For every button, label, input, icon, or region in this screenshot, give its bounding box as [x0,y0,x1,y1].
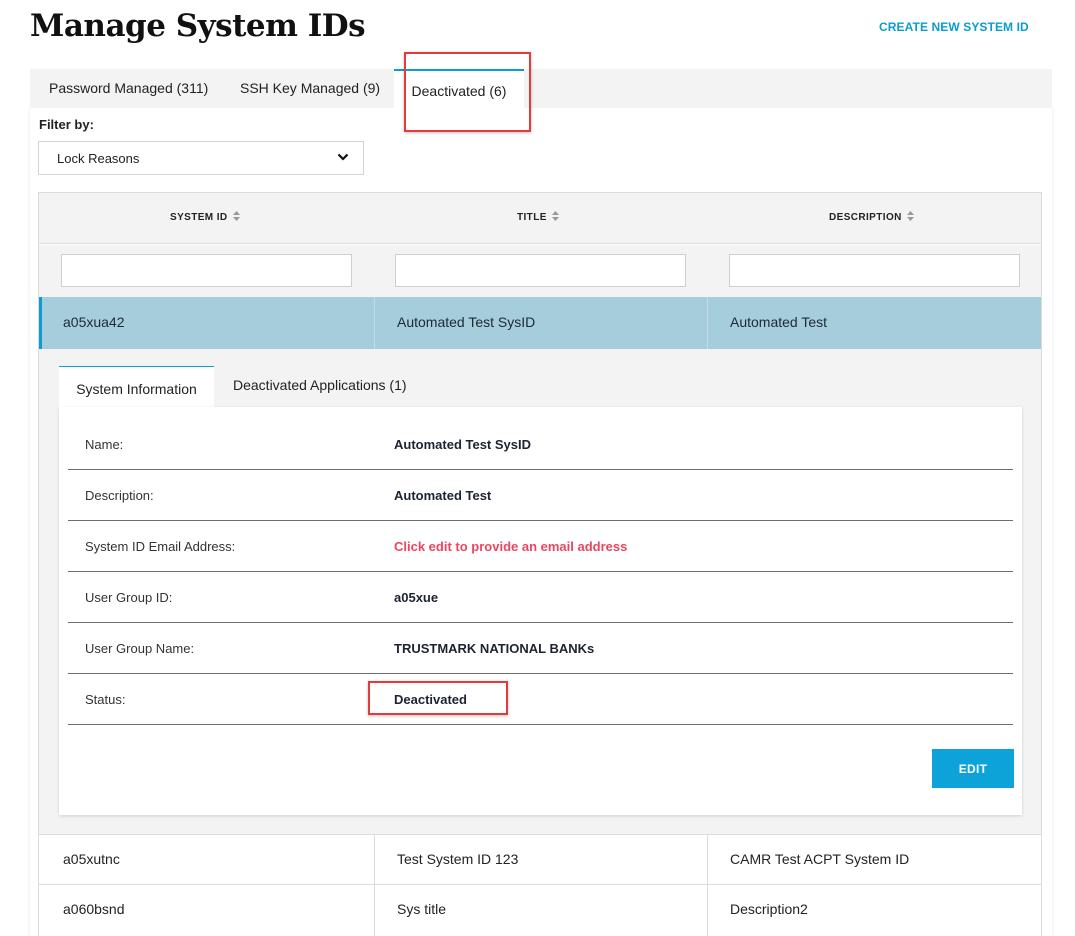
row-detail-panel: System Information Deactivated Applicati… [39,349,1041,834]
cell-title: Test System ID 123 [397,851,519,867]
system-information-card: Name: Automated Test SysID Description: … [59,407,1022,815]
field-row-name: Name: Automated Test SysID [68,419,1013,470]
description-filter-input[interactable] [729,254,1020,287]
column-header-system-id[interactable]: SYSTEM ID [170,211,240,223]
system-ids-table: SYSTEM ID TITLE DESCRIPTION a05xua42 Aut… [38,192,1042,936]
tab-ssh-key-managed[interactable]: SSH Key Managed (9) [240,69,380,107]
column-header-title[interactable]: TITLE [517,211,559,223]
tab-system-information[interactable]: System Information [59,366,214,409]
sort-icon [232,211,240,222]
table-row[interactable]: a060bsnd Sys title Description2 [39,884,1041,936]
tab-password-managed[interactable]: Password Managed (311) [49,69,208,107]
edit-button[interactable]: EDIT [932,749,1014,788]
tab-deactivated[interactable]: Deactivated (6) [394,69,524,109]
cell-title: Automated Test SysID [397,314,536,330]
cell-description: Description2 [730,901,808,917]
field-label: Status: [85,692,126,707]
chevron-down-icon [337,153,349,161]
cell-system-id: a05xutnc [63,851,120,867]
column-divider [374,885,375,936]
sort-icon [551,211,559,222]
cell-description: CAMR Test ACPT System ID [730,851,910,867]
field-label: Description: [85,488,154,503]
column-divider [374,297,375,349]
tab-deactivated-applications[interactable]: Deactivated Applications (1) [233,366,407,408]
cell-system-id: a060bsnd [63,901,125,917]
system-id-filter-input[interactable] [61,254,352,287]
field-row-status: Status: Deactivated [68,674,1013,725]
column-filter-row [39,245,1041,297]
create-new-system-id-link[interactable]: CREATE NEW SYSTEM ID [879,20,1029,34]
table-row-selected[interactable]: a05xua42 Automated Test SysID Automated … [39,297,1041,349]
column-divider [707,835,708,886]
field-row-email: System ID Email Address: Click edit to p… [68,521,1013,572]
field-label: User Group ID: [85,590,173,605]
field-value: Automated Test [394,488,492,503]
lock-reasons-select[interactable]: Lock Reasons [38,141,364,175]
column-header-description[interactable]: DESCRIPTION [829,211,914,223]
status-tabs: Password Managed (311) SSH Key Managed (… [30,69,1052,109]
page-title: Manage System IDs [30,8,366,44]
field-row-description: Description: Automated Test [68,470,1013,521]
column-divider [707,885,708,936]
sort-icon [906,211,914,222]
title-filter-input[interactable] [395,254,686,287]
cell-description: Automated Test [730,314,828,330]
table-row[interactable]: a05xutnc Test System ID 123 CAMR Test AC… [39,834,1041,886]
filter-label: Filter by: [39,117,94,132]
cell-title: Sys title [397,901,447,917]
column-divider [374,835,375,886]
field-row-user-group-name: User Group Name: TRUSTMARK NATIONAL BANK… [68,623,1013,674]
status-value: Deactivated [394,692,467,707]
field-label: User Group Name: [85,641,195,656]
table-header: SYSTEM ID TITLE DESCRIPTION [39,193,1041,244]
filter-select-value: Lock Reasons [57,151,140,166]
field-value: a05xue [394,590,439,605]
email-edit-prompt[interactable]: Click edit to provide an email address [394,521,627,572]
field-label: Name: [85,437,124,452]
field-row-user-group-id: User Group ID: a05xue [68,572,1013,623]
field-value: TRUSTMARK NATIONAL BANKs [394,641,595,656]
field-label: System ID Email Address: [85,539,236,554]
column-divider [707,297,708,349]
field-value: Automated Test SysID [394,437,532,452]
cell-system-id: a05xua42 [63,314,125,330]
